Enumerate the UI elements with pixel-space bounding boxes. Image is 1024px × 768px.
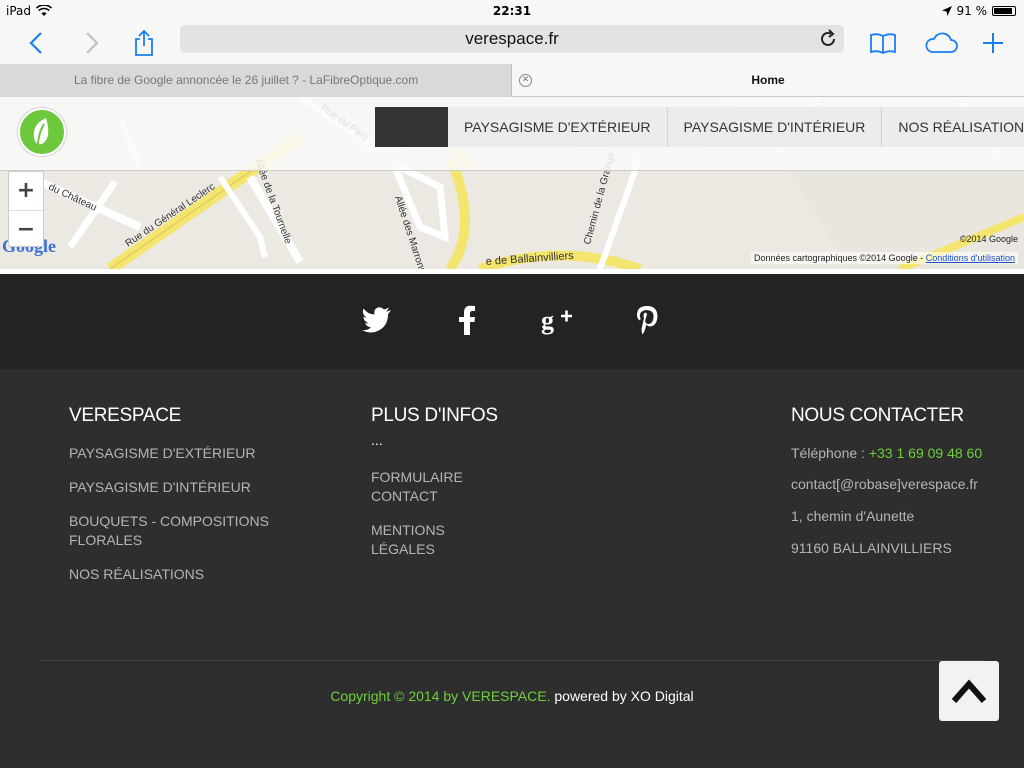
main-nav: PAYSAGISME D'EXTÉRIEUR PAYSAGISME D'INTÉ…	[375, 107, 1024, 147]
svg-text:g: g	[541, 306, 554, 335]
cloud-icon	[925, 32, 958, 53]
footer-dots: ...	[371, 432, 383, 448]
pinterest-icon[interactable]	[629, 302, 665, 338]
site-logo[interactable]	[18, 108, 66, 156]
battery-percent: 91 %	[956, 4, 988, 18]
phone-label: Téléphone :	[791, 445, 869, 461]
footer-link-interieur[interactable]: PAYSAGISME D'INTÉRIEUR	[69, 478, 309, 497]
plus-icon	[983, 33, 1003, 53]
reload-icon[interactable]	[820, 29, 838, 49]
nav-item-realisations[interactable]: NOS RÉALISATIONS	[882, 107, 1024, 147]
book-icon	[870, 33, 896, 54]
nav-item-exterieur[interactable]: PAYSAGISME D'EXTÉRIEUR	[448, 107, 668, 147]
zoom-out-button[interactable]: −	[9, 210, 43, 248]
google-plus-icon[interactable]: g	[539, 302, 575, 338]
footer-address-line2: 91160 BALLAINVILLIERS	[791, 540, 952, 556]
new-tab-button[interactable]	[978, 22, 1008, 64]
back-to-top-button[interactable]	[939, 661, 999, 721]
status-time: 22:31	[492, 4, 532, 18]
share-icon	[135, 29, 153, 56]
facebook-icon[interactable]	[449, 302, 485, 338]
map-data-text: Données cartographiques ©2014 Google -	[753, 253, 924, 263]
share-button[interactable]	[130, 22, 158, 64]
footer-link-contact-form[interactable]: FORMULAIRE CONTACT	[371, 468, 471, 506]
footer-col-plus-infos: PLUS D'INFOS ... FORMULAIRE CONTACT MENT…	[371, 405, 571, 574]
site-header: PAYSAGISME D'EXTÉRIEUR PAYSAGISME D'INTÉ…	[0, 97, 1024, 171]
footer-copyright: Copyright © 2014 by VERESPACE. powered b…	[0, 688, 1024, 704]
tab-lafibreoptique[interactable]: La fibre de Google annoncée le 26 juille…	[0, 64, 512, 97]
map-terms-link[interactable]: Conditions d'utilisation	[926, 253, 1015, 263]
back-button[interactable]	[22, 22, 50, 64]
copyright-text: Copyright © 2014 by VERESPACE.	[330, 688, 551, 704]
map-zoom-control: + −	[8, 171, 44, 247]
phone-number[interactable]: +33 1 69 09 48 60	[869, 445, 982, 461]
bookmarks-button[interactable]	[866, 22, 900, 64]
footer-col-contact: NOUS CONTACTER Téléphone : +33 1 69 09 4…	[791, 405, 991, 571]
footer-col-title: NOUS CONTACTER	[791, 405, 964, 426]
twitter-icon[interactable]	[359, 302, 395, 338]
tab-home[interactable]: Home	[512, 64, 1024, 97]
leaf-icon	[33, 118, 49, 147]
chevron-left-icon	[29, 32, 42, 54]
footer-phone: Téléphone : +33 1 69 09 48 60	[791, 437, 991, 469]
footer-address-line1: 1, chemin d'Aunette	[791, 508, 915, 524]
icloud-tabs-button[interactable]	[920, 22, 962, 64]
footer-link-exterieur[interactable]: PAYSAGISME D'EXTÉRIEUR	[69, 444, 309, 463]
battery-icon	[992, 6, 1016, 16]
nav-item-interieur[interactable]: PAYSAGISME D'INTÉRIEUR	[667, 107, 883, 147]
browser-toolbar: verespace.fr	[0, 22, 1024, 64]
footer-link-bouquets[interactable]: BOUQUETS - COMPOSITIONS FLORALES	[69, 512, 269, 550]
zoom-in-button[interactable]: +	[9, 172, 43, 210]
footer-col-title: PLUS D'INFOS	[371, 405, 498, 426]
social-bar: g	[0, 274, 1024, 369]
map-copyright: ©2014 Google	[959, 234, 1018, 244]
map-data-credit: Données cartographiques ©2014 Google - C…	[750, 252, 1018, 264]
footer-link-mentions-legales[interactable]: MENTIONS LÉGALES	[371, 521, 471, 559]
site-footer: VERESPACE PAYSAGISME D'EXTÉRIEUR PAYSAGI…	[0, 369, 1024, 768]
footer-col-verespace: VERESPACE PAYSAGISME D'EXTÉRIEUR PAYSAGI…	[69, 405, 309, 599]
forward-button[interactable]	[78, 22, 106, 64]
chevron-right-icon	[86, 32, 99, 54]
footer-email[interactable]: contact[@robase]verespace.fr	[791, 475, 991, 494]
powered-by-text[interactable]: powered by XO Digital	[550, 688, 693, 704]
footer-link-realisations[interactable]: NOS RÉALISATIONS	[69, 565, 309, 584]
footer-col-title: VERESPACE	[69, 405, 182, 426]
url-bar[interactable]: verespace.fr	[180, 25, 844, 53]
tab-bar: La fibre de Google annoncée le 26 juille…	[0, 64, 1024, 97]
chevron-up-icon	[951, 679, 987, 703]
location-arrow-icon	[941, 6, 952, 16]
nav-home-block[interactable]	[375, 107, 448, 147]
url-text: verespace.fr	[465, 29, 559, 48]
footer-divider	[40, 660, 984, 661]
status-bar: iPad 22:31 91 %	[0, 0, 1024, 22]
